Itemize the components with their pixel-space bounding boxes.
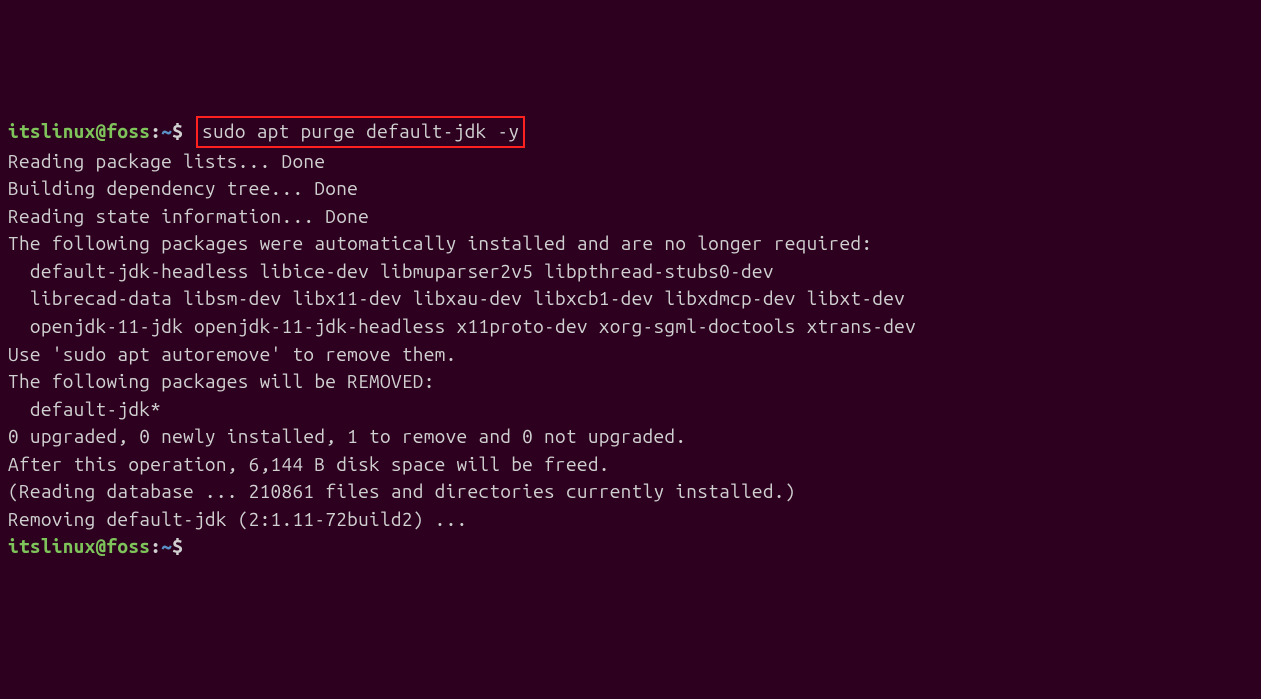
prompt-tilde: ~ [161,535,172,557]
output-line: Reading state information... Done [8,205,369,227]
terminal[interactable]: itslinux@foss:~$ sudo apt purge default-… [8,116,1253,561]
prompt-dollar: $ [172,535,183,557]
prompt-tilde: ~ [161,120,172,142]
output-line: Reading package lists... Done [8,150,325,172]
output-line: After this operation, 6,144 B disk space… [8,453,610,475]
prompt-user: itslinux@foss [8,120,150,142]
prompt-user: itslinux@foss [8,535,150,557]
output-line: The following packages will be REMOVED: [8,370,435,392]
output-line: (Reading database ... 210861 files and d… [8,480,796,502]
output-line: openjdk-11-jdk openjdk-11-jdk-headless x… [8,315,916,337]
cursor [183,535,194,557]
prompt-dollar: $ [172,120,194,142]
output-line: librecad-data libsm-dev libx11-dev libxa… [8,287,905,309]
output-line: default-jdk* [8,398,161,420]
prompt-line-1: itslinux@foss:~$ sudo apt purge default-… [8,120,525,142]
prompt-colon: : [150,120,161,142]
output-line: default-jdk-headless libice-dev libmupar… [8,260,774,282]
output-line: 0 upgraded, 0 newly installed, 1 to remo… [8,425,686,447]
output-line: Use 'sudo apt autoremove' to remove them… [8,343,457,365]
prompt-line-2: itslinux@foss:~$ [8,535,194,557]
output-line: Removing default-jdk (2:1.11-72build2) .… [8,508,467,530]
command-highlighted: sudo apt purge default-jdk -y [196,116,525,148]
output-line: The following packages were automaticall… [8,232,872,254]
prompt-colon: : [150,535,161,557]
output-line: Building dependency tree... Done [8,177,358,199]
